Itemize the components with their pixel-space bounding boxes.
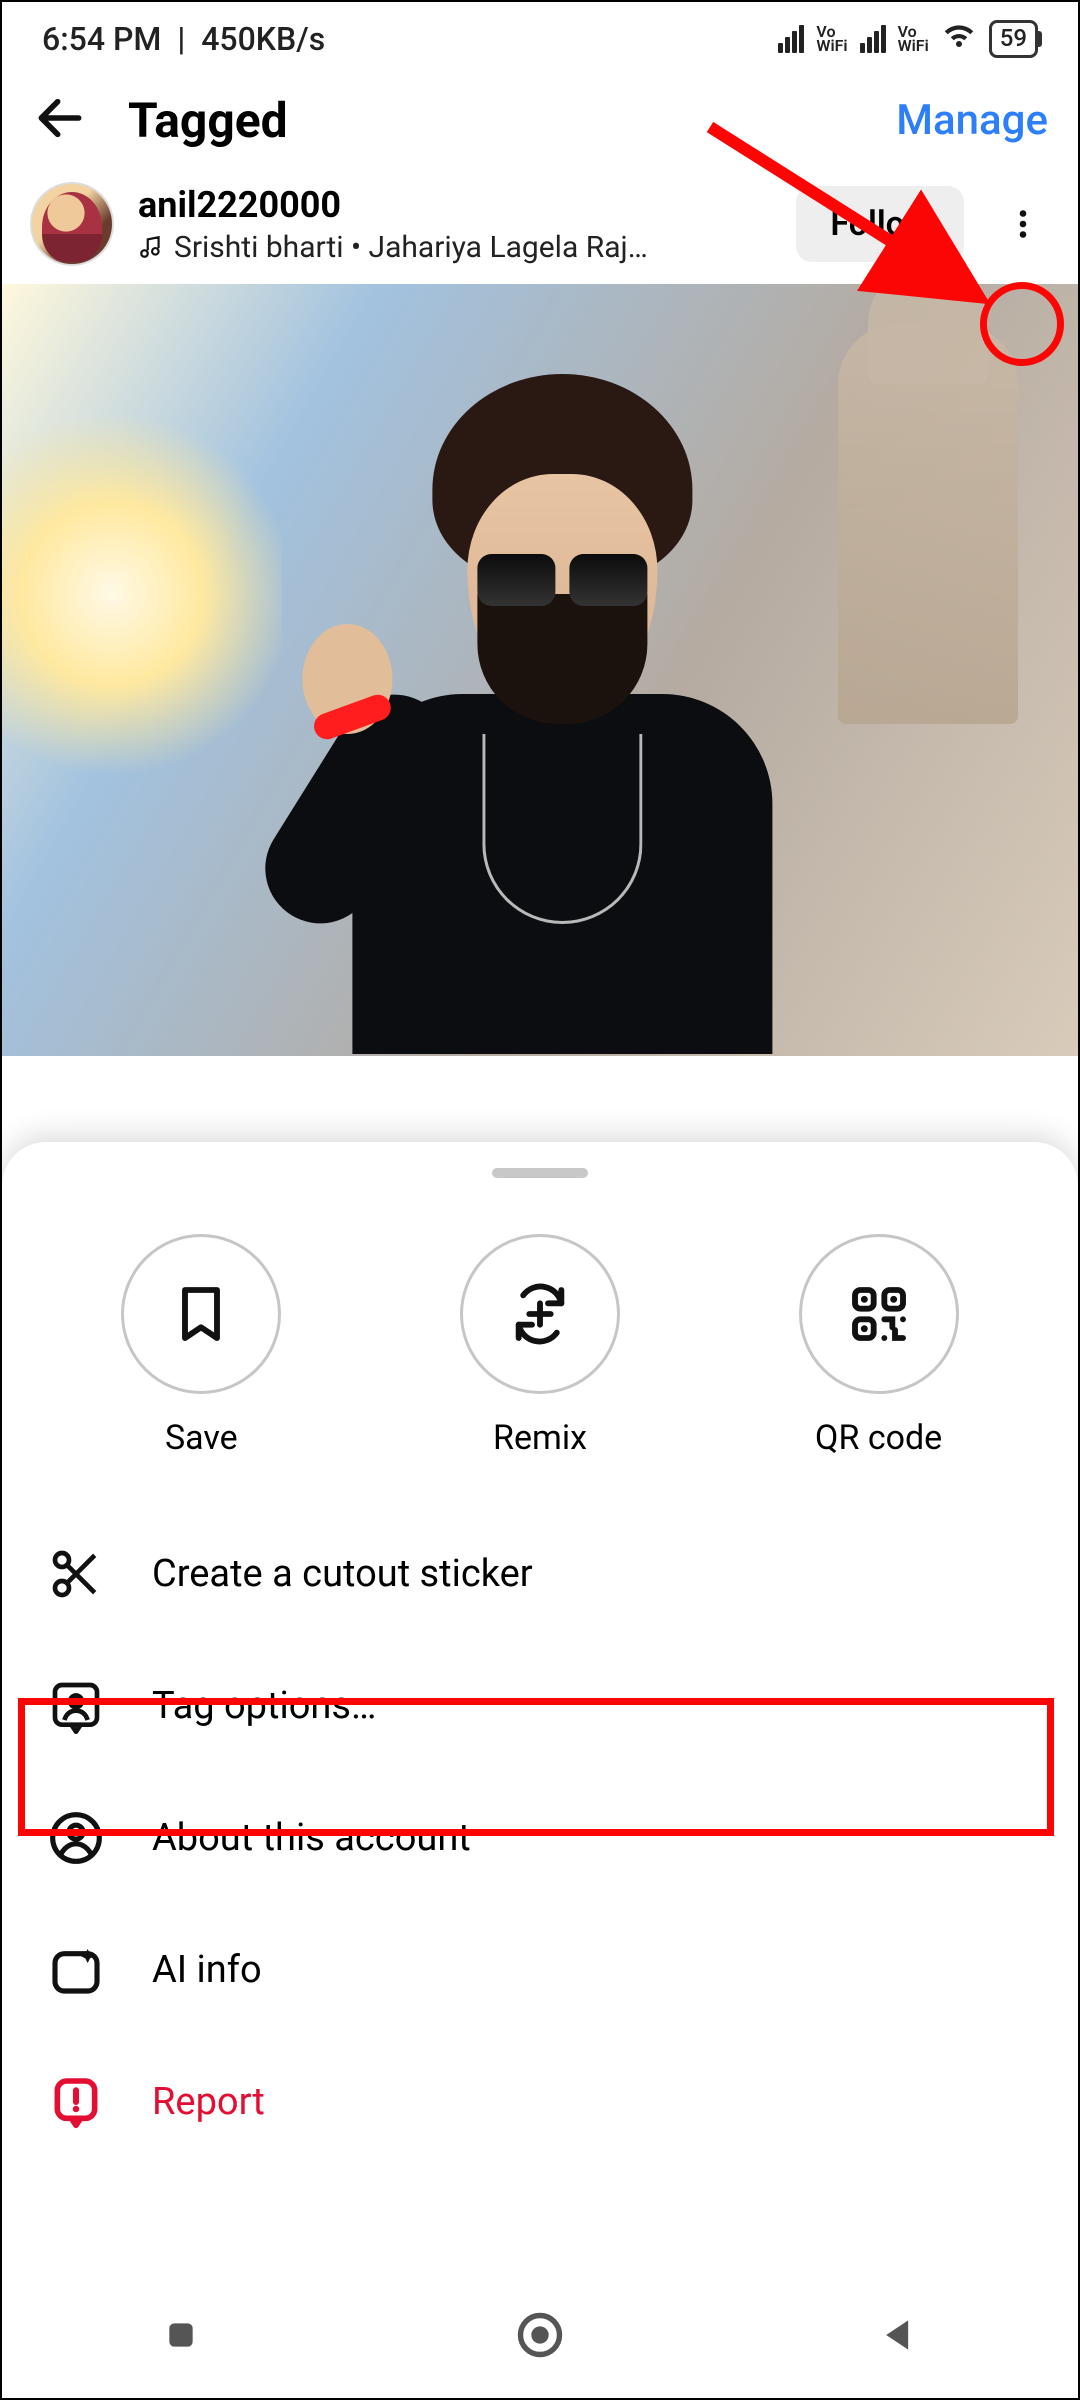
system-nav-bar bbox=[2, 2280, 1078, 2390]
action-remix-label: Remix bbox=[493, 1418, 587, 1458]
menu-cutout-sticker[interactable]: Create a cutout sticker bbox=[2, 1508, 1078, 1640]
menu-cutout-label: Create a cutout sticker bbox=[152, 1552, 533, 1596]
user-circle-icon bbox=[46, 1808, 106, 1868]
menu-tag-options[interactable]: Tag options… bbox=[2, 1640, 1078, 1772]
more-vertical-icon bbox=[1005, 206, 1041, 242]
action-remix[interactable]: Remix bbox=[460, 1234, 620, 1458]
status-separator: | bbox=[169, 20, 193, 58]
menu-report[interactable]: Report bbox=[2, 2036, 1078, 2168]
more-options-button[interactable] bbox=[988, 189, 1058, 259]
menu-report-label: Report bbox=[152, 2080, 265, 2124]
app-bar: Tagged Manage bbox=[2, 66, 1078, 178]
action-save-label: Save bbox=[165, 1418, 238, 1458]
avatar[interactable] bbox=[30, 182, 114, 266]
circle-icon bbox=[514, 2309, 566, 2361]
qr-code-icon bbox=[847, 1282, 911, 1346]
signal-bars-icon-2 bbox=[860, 25, 886, 53]
wifi-icon bbox=[941, 20, 977, 58]
menu-tag-label: Tag options… bbox=[152, 1684, 376, 1728]
status-bar: 6:54 PM | 450KB/s VoWiFi VoWiFi 59 bbox=[2, 2, 1078, 66]
ai-sparkle-icon bbox=[46, 1940, 106, 2000]
follow-button[interactable]: Follow bbox=[796, 186, 964, 262]
tag-person-icon bbox=[46, 1676, 106, 1736]
audio-row[interactable]: Srishti bharti • Jahariya Lagela Raj… bbox=[138, 230, 772, 265]
remix-icon bbox=[508, 1282, 572, 1346]
menu-about-label: About this account bbox=[152, 1816, 471, 1860]
action-row: Save Remix QR co bbox=[2, 1234, 1078, 1508]
username[interactable]: anil2220000 bbox=[138, 184, 772, 226]
page-title: Tagged bbox=[128, 92, 288, 149]
action-save[interactable]: Save bbox=[121, 1234, 281, 1458]
manage-link[interactable]: Manage bbox=[896, 96, 1048, 145]
report-icon bbox=[46, 2072, 106, 2132]
audio-text: Srishti bharti • Jahariya Lagela Raj… bbox=[174, 230, 648, 265]
nav-back-button[interactable] bbox=[864, 2300, 934, 2370]
nav-home-button[interactable] bbox=[505, 2300, 575, 2370]
action-qr[interactable]: QR code bbox=[799, 1234, 959, 1458]
menu-ai-info[interactable]: AI info bbox=[2, 1904, 1078, 2036]
battery-indicator: 59 bbox=[989, 20, 1038, 57]
triangle-left-icon bbox=[877, 2313, 921, 2357]
post-image[interactable] bbox=[2, 284, 1078, 1056]
status-netspeed: 450KB/s bbox=[201, 20, 325, 58]
square-icon bbox=[161, 2315, 201, 2355]
sheet-grabber[interactable] bbox=[492, 1168, 588, 1178]
scissors-icon bbox=[46, 1544, 106, 1604]
back-button[interactable] bbox=[32, 90, 88, 150]
bookmark-icon bbox=[169, 1282, 233, 1346]
action-qr-label: QR code bbox=[815, 1418, 942, 1458]
bottom-sheet: Save Remix QR co bbox=[2, 1142, 1078, 2398]
menu-about-account[interactable]: About this account bbox=[2, 1772, 1078, 1904]
status-time: 6:54 PM bbox=[42, 20, 161, 58]
post-header: anil2220000 Srishti bharti • Jahariya La… bbox=[2, 178, 1078, 284]
menu-ai-label: AI info bbox=[152, 1948, 262, 1992]
menu-list: Create a cutout sticker Tag options… Abo… bbox=[2, 1508, 1078, 2168]
vowifi-label-2: VoWiFi bbox=[898, 25, 929, 54]
nav-recents-button[interactable] bbox=[146, 2300, 216, 2370]
music-note-icon bbox=[138, 234, 164, 260]
vowifi-label-1: VoWiFi bbox=[816, 25, 847, 54]
signal-bars-icon-1 bbox=[778, 25, 804, 53]
